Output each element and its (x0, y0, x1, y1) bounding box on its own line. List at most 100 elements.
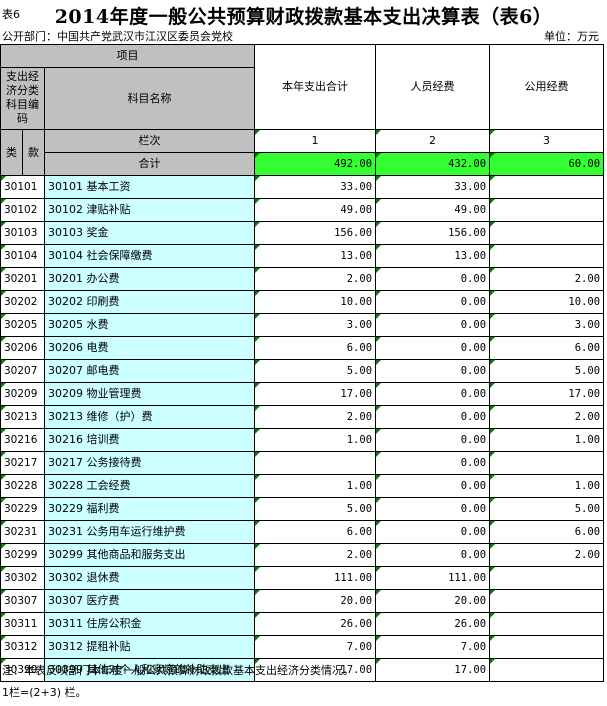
table-row: 30209 30209 物业管理费 17.00 0.00 17.00 (0, 382, 605, 406)
row-public (489, 175, 605, 199)
code-header: 支出经济分类科目编码 (0, 67, 45, 130)
row-name: 30216 培训费 (43, 428, 256, 452)
row-personnel: 20.00 (375, 589, 491, 613)
row-name: 30312 提租补贴 (43, 635, 256, 659)
row-name: 30311 住房公积金 (43, 612, 256, 636)
table-row: 30206 30206 电费 6.00 0.00 6.00 (0, 336, 605, 360)
sum-personnel: 432.00 (375, 152, 491, 176)
row-personnel: 0.00 (375, 405, 491, 429)
row-public: 17.00 (489, 382, 605, 406)
row-public (489, 658, 605, 682)
row-public: 2.00 (489, 267, 605, 291)
sum-total: 492.00 (254, 152, 377, 176)
row-personnel: 0.00 (375, 290, 491, 314)
row-personnel: 33.00 (375, 175, 491, 199)
footnote-2: 1栏=(2+3) 栏。 (2, 686, 87, 699)
row-total: 5.00 (254, 497, 377, 521)
row-public (489, 244, 605, 268)
table-row: 30216 30216 培训费 1.00 0.00 1.00 (0, 428, 605, 452)
row-code: 30101 (0, 175, 45, 199)
table-row: 30217 30217 公务接待费 0.00 (0, 451, 605, 475)
row-total: 13.00 (254, 244, 377, 268)
table-row: 30311 30311 住房公积金 26.00 26.00 (0, 612, 605, 636)
row-code: 30206 (0, 336, 45, 360)
row-public (489, 566, 605, 590)
sum-label: 合计 (43, 152, 256, 176)
col-personnel-header: 人员经费 (375, 44, 491, 130)
row-total: 5.00 (254, 359, 377, 383)
row-name: 30213 维修（护）费 (43, 405, 256, 429)
table-row: 30307 30307 医疗费 20.00 20.00 (0, 589, 605, 613)
row-code: 30201 (0, 267, 45, 291)
row-total: 26.00 (254, 612, 377, 636)
row-public: 2.00 (489, 543, 605, 567)
expenditure-table: 项目 本年支出合计 人员经费 公用经费 支出经济分类科目编码 科目名称 类 款 … (0, 44, 605, 682)
row-personnel: 0.00 (375, 497, 491, 521)
department-label: 公开部门：中国共产党武汉市江汉区委员会党校 (2, 30, 233, 43)
name-header: 科目名称 (43, 67, 256, 130)
row-public (489, 221, 605, 245)
row-code: 30202 (0, 290, 45, 314)
row-total: 2.00 (254, 405, 377, 429)
row-code: 30209 (0, 382, 45, 406)
table-row: 30302 30302 退休费 111.00 111.00 (0, 566, 605, 590)
kuan-header: 款 (22, 129, 45, 176)
table-row: 30104 30104 社会保障缴费 13.00 13.00 (0, 244, 605, 268)
row-name: 30299 其他商品和服务支出 (43, 543, 256, 567)
row-public: 1.00 (489, 428, 605, 452)
row-personnel: 111.00 (375, 566, 491, 590)
row-personnel: 49.00 (375, 198, 491, 222)
row-total: 17.00 (254, 382, 377, 406)
row-personnel: 0.00 (375, 313, 491, 337)
table-row: 30299 30299 其他商品和服务支出 2.00 0.00 2.00 (0, 543, 605, 567)
row-name: 30228 工会经费 (43, 474, 256, 498)
row-code: 30302 (0, 566, 45, 590)
row-code: 30231 (0, 520, 45, 544)
row-code: 30104 (0, 244, 45, 268)
row-name: 30217 公务接待费 (43, 451, 256, 475)
row-code: 30205 (0, 313, 45, 337)
row-personnel: 0.00 (375, 336, 491, 360)
row-name: 30102 津贴补贴 (43, 198, 256, 222)
table-row: 30229 30229 福利费 5.00 0.00 5.00 (0, 497, 605, 521)
row-public: 5.00 (489, 497, 605, 521)
row-name: 30307 医疗费 (43, 589, 256, 613)
row-code: 30216 (0, 428, 45, 452)
table-row: 30207 30207 邮电费 5.00 0.00 5.00 (0, 359, 605, 383)
table-row: 30228 30228 工会经费 1.00 0.00 1.00 (0, 474, 605, 498)
row-name: 30201 办公费 (43, 267, 256, 291)
row-public: 6.00 (489, 520, 605, 544)
row-personnel: 13.00 (375, 244, 491, 268)
col-number-3: 3 (489, 129, 605, 153)
row-code: 30229 (0, 497, 45, 521)
row-public: 10.00 (489, 290, 605, 314)
row-personnel: 0.00 (375, 543, 491, 567)
row-total: 49.00 (254, 198, 377, 222)
row-name: 30205 水费 (43, 313, 256, 337)
unit-label: 单位：万元 (544, 30, 599, 43)
row-name: 30229 福利费 (43, 497, 256, 521)
sum-public: 60.00 (489, 152, 605, 176)
table-row: 30213 30213 维修（护）费 2.00 0.00 2.00 (0, 405, 605, 429)
row-name: 30101 基本工资 (43, 175, 256, 199)
row-name: 30104 社会保障缴费 (43, 244, 256, 268)
row-code: 30307 (0, 589, 45, 613)
table-row: 30201 30201 办公费 2.00 0.00 2.00 (0, 267, 605, 291)
row-code: 30311 (0, 612, 45, 636)
col-public-header: 公用经费 (489, 44, 605, 130)
row-total: 3.00 (254, 313, 377, 337)
row-personnel: 0.00 (375, 267, 491, 291)
table-row: 30205 30205 水费 3.00 0.00 3.00 (0, 313, 605, 337)
row-personnel: 0.00 (375, 520, 491, 544)
table-row: 30103 30103 奖金 156.00 156.00 (0, 221, 605, 245)
row-name: 30103 奖金 (43, 221, 256, 245)
row-public (489, 589, 605, 613)
lei-header: 类 (0, 129, 23, 176)
row-total: 10.00 (254, 290, 377, 314)
row-total: 1.00 (254, 474, 377, 498)
col-number-1: 1 (254, 129, 377, 153)
row-code: 30299 (0, 543, 45, 567)
col-total-header: 本年支出合计 (254, 44, 377, 130)
row-total: 33.00 (254, 175, 377, 199)
row-code: 30228 (0, 474, 45, 498)
